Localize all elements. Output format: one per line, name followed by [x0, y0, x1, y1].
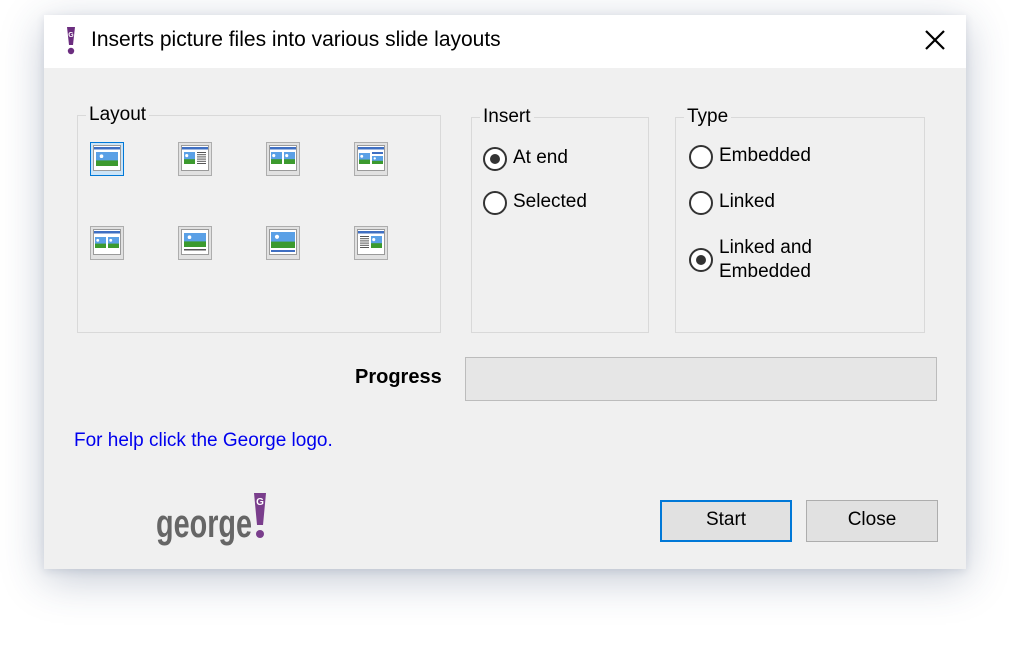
title-bar: G Inserts picture files into various sli…	[44, 15, 966, 68]
radio-linked-circle	[689, 191, 713, 215]
layout-option-5[interactable]	[90, 226, 124, 260]
radio-linked-and-embedded-label-line1: Linked and	[719, 237, 812, 258]
type-group-label: Type	[684, 106, 732, 128]
radio-selected-circle	[483, 191, 507, 215]
insert-group-label: Insert	[480, 106, 534, 128]
layout-option-7[interactable]	[266, 226, 300, 260]
radio-selected[interactable]: Selected	[483, 190, 633, 218]
layout-title-two-pictures-icon	[357, 145, 385, 171]
svg-text:G: G	[256, 497, 264, 508]
radio-at-end-label: At end	[513, 147, 568, 168]
window-title: Inserts picture files into various slide…	[91, 28, 501, 51]
radio-selected-dot	[696, 255, 706, 265]
george-app-icon: G	[67, 27, 75, 55]
layout-option-2[interactable]	[178, 142, 212, 176]
close-icon	[925, 30, 945, 50]
layout-option-4[interactable]	[354, 142, 388, 176]
radio-linked-and-embedded[interactable]: Linked and Embedded	[689, 236, 889, 286]
help-link[interactable]: For help click the George logo.	[74, 430, 333, 452]
layout-option-6[interactable]	[178, 226, 212, 260]
radio-embedded-circle	[689, 145, 713, 169]
insert-pictures-dialog: G Inserts picture files into various sli…	[44, 15, 966, 569]
layout-option-8[interactable]	[354, 226, 388, 260]
progress-label: Progress	[355, 366, 442, 388]
george-logo-icon: george G	[156, 493, 266, 546]
layout-picture-footer-icon	[269, 229, 297, 255]
layout-option-3[interactable]	[266, 142, 300, 176]
insert-group: Insert At end Selected	[471, 106, 649, 333]
radio-linked[interactable]: Linked	[689, 190, 889, 218]
layout-group: Layout	[77, 104, 441, 333]
radio-selected-label: Selected	[513, 191, 587, 212]
radio-embedded[interactable]: Embedded	[689, 144, 889, 172]
radio-selected-dot	[490, 154, 500, 164]
close-window-button[interactable]	[916, 23, 954, 59]
radio-linked-and-embedded-label-line2: Embedded	[719, 261, 811, 282]
svg-text:G: G	[68, 32, 74, 39]
radio-at-end[interactable]: At end	[483, 146, 633, 174]
layout-text-picture-icon	[357, 229, 385, 255]
radio-linked-label: Linked	[719, 191, 775, 212]
type-group: Type Embedded Linked Linked and Embedded	[675, 106, 925, 333]
layout-option-1[interactable]	[90, 142, 124, 176]
radio-embedded-label: Embedded	[719, 145, 811, 166]
layout-picture-caption-icon	[181, 229, 209, 255]
radio-at-end-circle	[483, 147, 507, 171]
layout-two-pictures-icon	[269, 145, 297, 171]
layout-picture-full-icon	[93, 145, 121, 171]
layout-title-picture-icon	[93, 229, 121, 255]
start-button[interactable]: Start	[660, 500, 792, 542]
progress-bar	[465, 357, 937, 401]
radio-linked-and-embedded-circle	[689, 248, 713, 272]
layout-picture-text-icon	[181, 145, 209, 171]
svg-text:george: george	[156, 502, 252, 546]
layout-group-label: Layout	[86, 104, 150, 126]
george-logo[interactable]: george G	[156, 491, 271, 551]
close-button[interactable]: Close	[806, 500, 938, 542]
